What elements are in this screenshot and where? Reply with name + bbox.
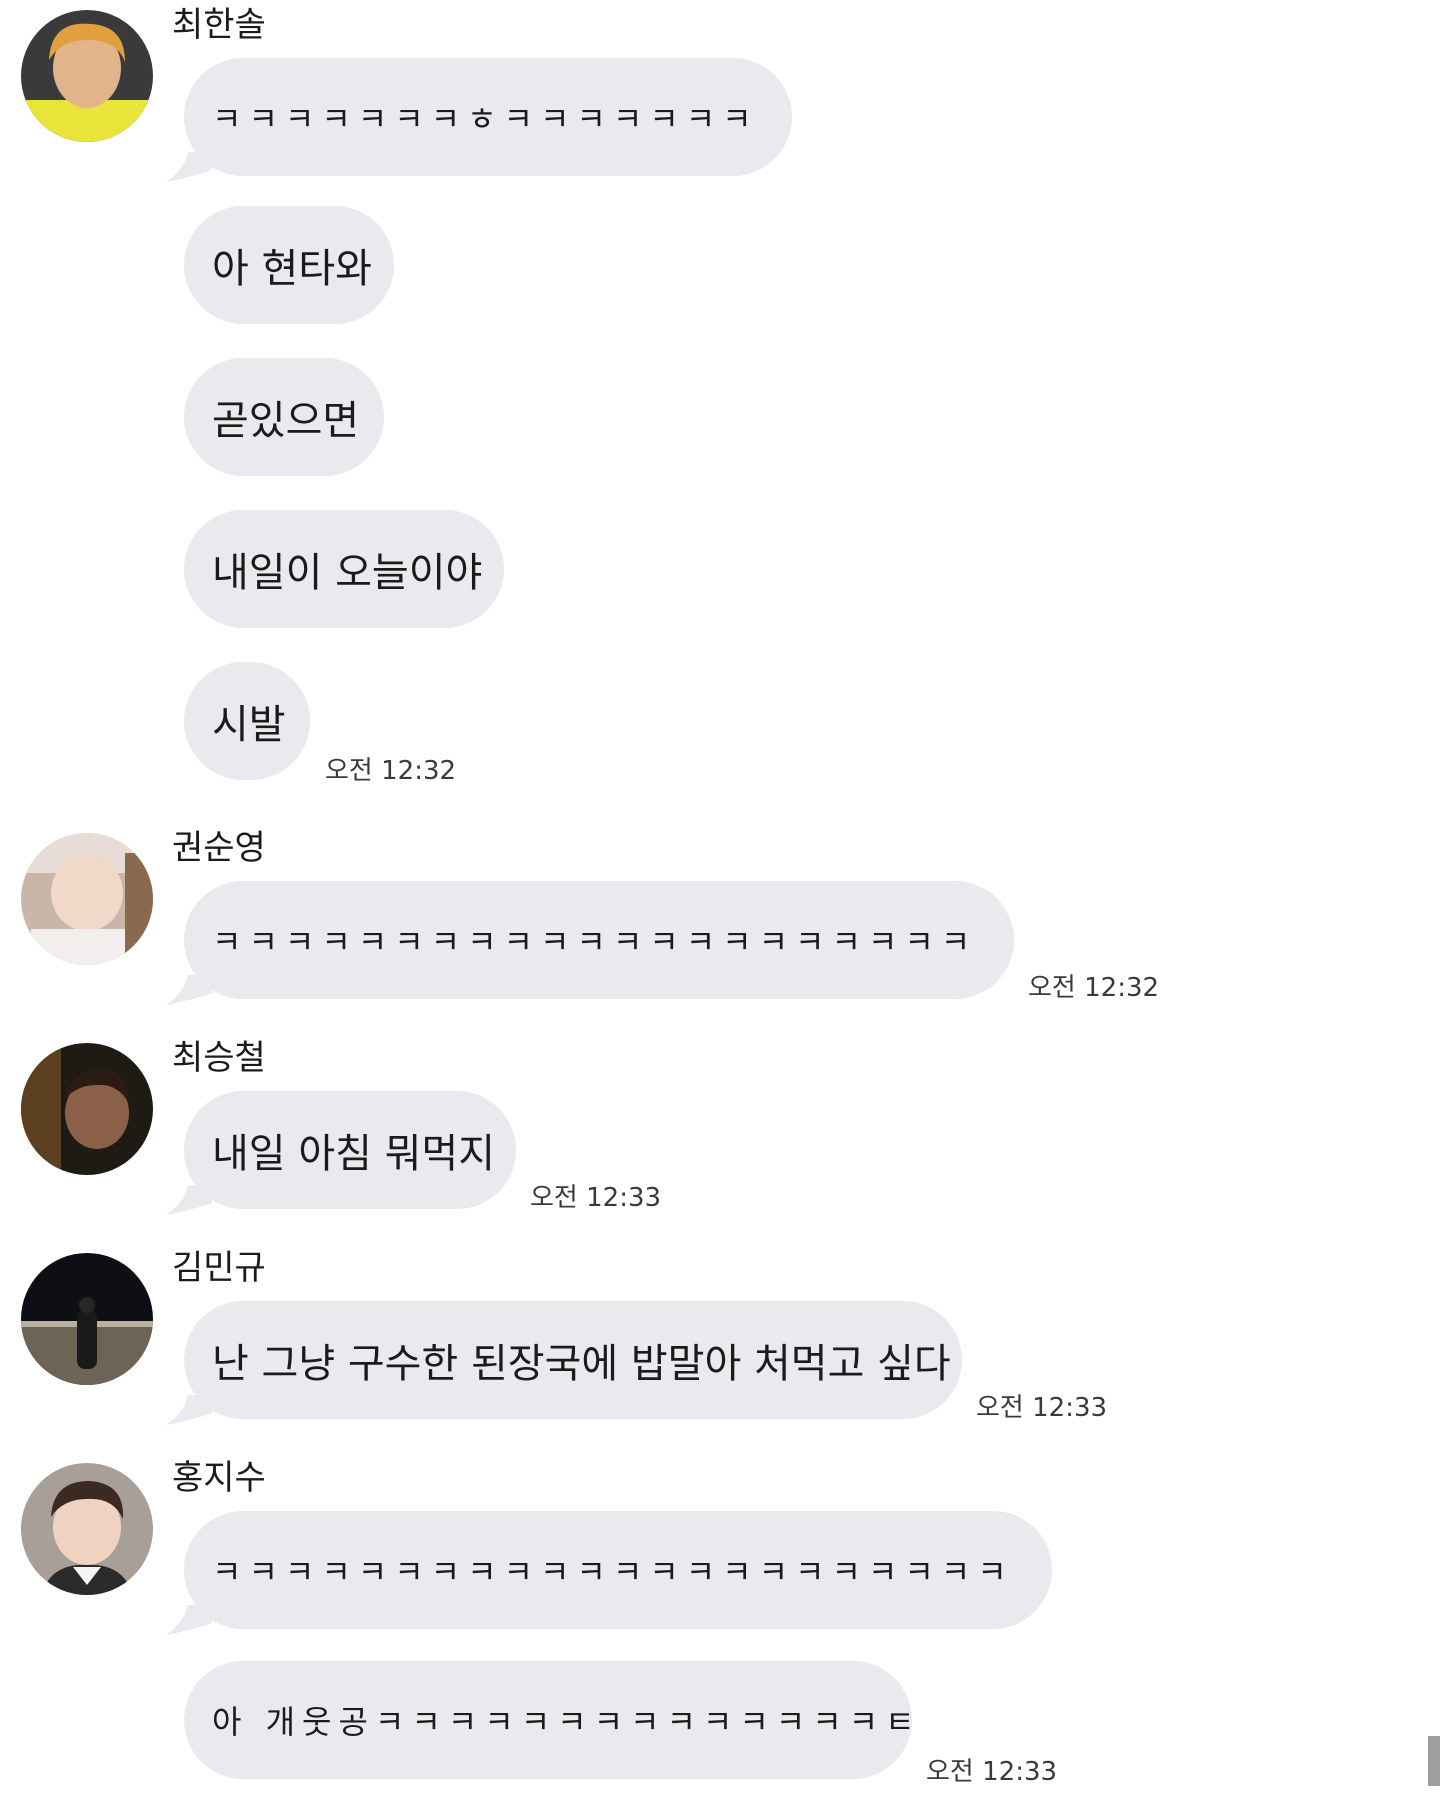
message-text: 내일이 오늘이야 (212, 550, 483, 596)
message-bubble[interactable]: 내일 아침 뭐먹지 (184, 1091, 516, 1209)
message-time: 오전 12:32 (325, 756, 457, 786)
scrollbar[interactable] (1428, 1736, 1440, 1786)
avatar-photo-icon (21, 1043, 153, 1175)
avatar[interactable] (21, 1043, 153, 1175)
message-bubble[interactable]: 아 개웃공ㅋㅋㅋㅋㅋㅋㅋㅋㅋㅋㅋㅋㅋㅋㅌ (184, 1661, 915, 1779)
message-bubble[interactable]: 난 그냥 구수한 된장국에 밥말아 처먹고 싶다 (184, 1301, 962, 1419)
message-text: 곧있으면 (212, 398, 360, 444)
avatar-photo-icon (21, 1253, 153, 1385)
message-time: 오전 12:33 (976, 1393, 1108, 1423)
avatar[interactable] (21, 10, 153, 142)
message-time: 오전 12:33 (530, 1183, 662, 1213)
avatar[interactable] (21, 1253, 153, 1385)
avatar-photo-icon (21, 833, 153, 965)
sender-name: 최승철 (172, 1038, 266, 1078)
message-time: 오전 12:33 (926, 1757, 1058, 1787)
sender-name: 홍지수 (172, 1458, 266, 1498)
message-text: ㅋㅋㅋㅋㅋㅋㅋㅋㅋㅋㅋㅋㅋㅋㅋㅋㅋㅋㅋㅋㅋ (212, 923, 978, 961)
message-bubble[interactable]: ㅋㅋㅋㅋㅋㅋㅋㅎㅋㅋㅋㅋㅋㅋㅋ (184, 58, 792, 176)
avatar[interactable] (21, 833, 153, 965)
message-bubble[interactable]: ㅋㅋㅋㅋㅋㅋㅋㅋㅋㅋㅋㅋㅋㅋㅋㅋㅋㅋㅋㅋㅋㅋ (184, 1511, 1052, 1629)
message-time: 오전 12:32 (1028, 973, 1160, 1003)
sender-name: 최한솔 (172, 5, 266, 45)
message-bubble[interactable]: 내일이 오늘이야 (184, 510, 504, 628)
sender-name: 권순영 (172, 828, 266, 868)
message-bubble[interactable]: 시발 (184, 662, 310, 780)
message-text: ㅋㅋㅋㅋㅋㅋㅋㅋㅋㅋㅋㅋㅋㅋㅋㅋㅋㅋㅋㅋㅋㅋ (212, 1553, 1014, 1591)
avatar[interactable] (21, 1463, 153, 1595)
sender-name: 김민규 (172, 1248, 266, 1288)
message-bubble[interactable]: 아 현타와 (184, 206, 394, 324)
message-text: 아 현타와 (212, 246, 372, 292)
message-text: 시발 (212, 702, 286, 748)
message-text: ㅋㅋㅋㅋㅋㅋㅋㅎㅋㅋㅋㅋㅋㅋㅋ (212, 100, 759, 138)
message-text: 난 그냥 구수한 된장국에 밥말아 처먹고 싶다 (212, 1341, 951, 1387)
message-bubble[interactable]: 곧있으면 (184, 358, 384, 476)
message-bubble[interactable]: ㅋㅋㅋㅋㅋㅋㅋㅋㅋㅋㅋㅋㅋㅋㅋㅋㅋㅋㅋㅋㅋ (184, 881, 1014, 999)
avatar-photo-icon (21, 10, 153, 142)
message-text: 아 개웃공ㅋㅋㅋㅋㅋㅋㅋㅋㅋㅋㅋㅋㅋㅋㅌ (212, 1703, 922, 1741)
message-text: 내일 아침 뭐먹지 (212, 1131, 496, 1177)
avatar-photo-icon (21, 1463, 153, 1595)
